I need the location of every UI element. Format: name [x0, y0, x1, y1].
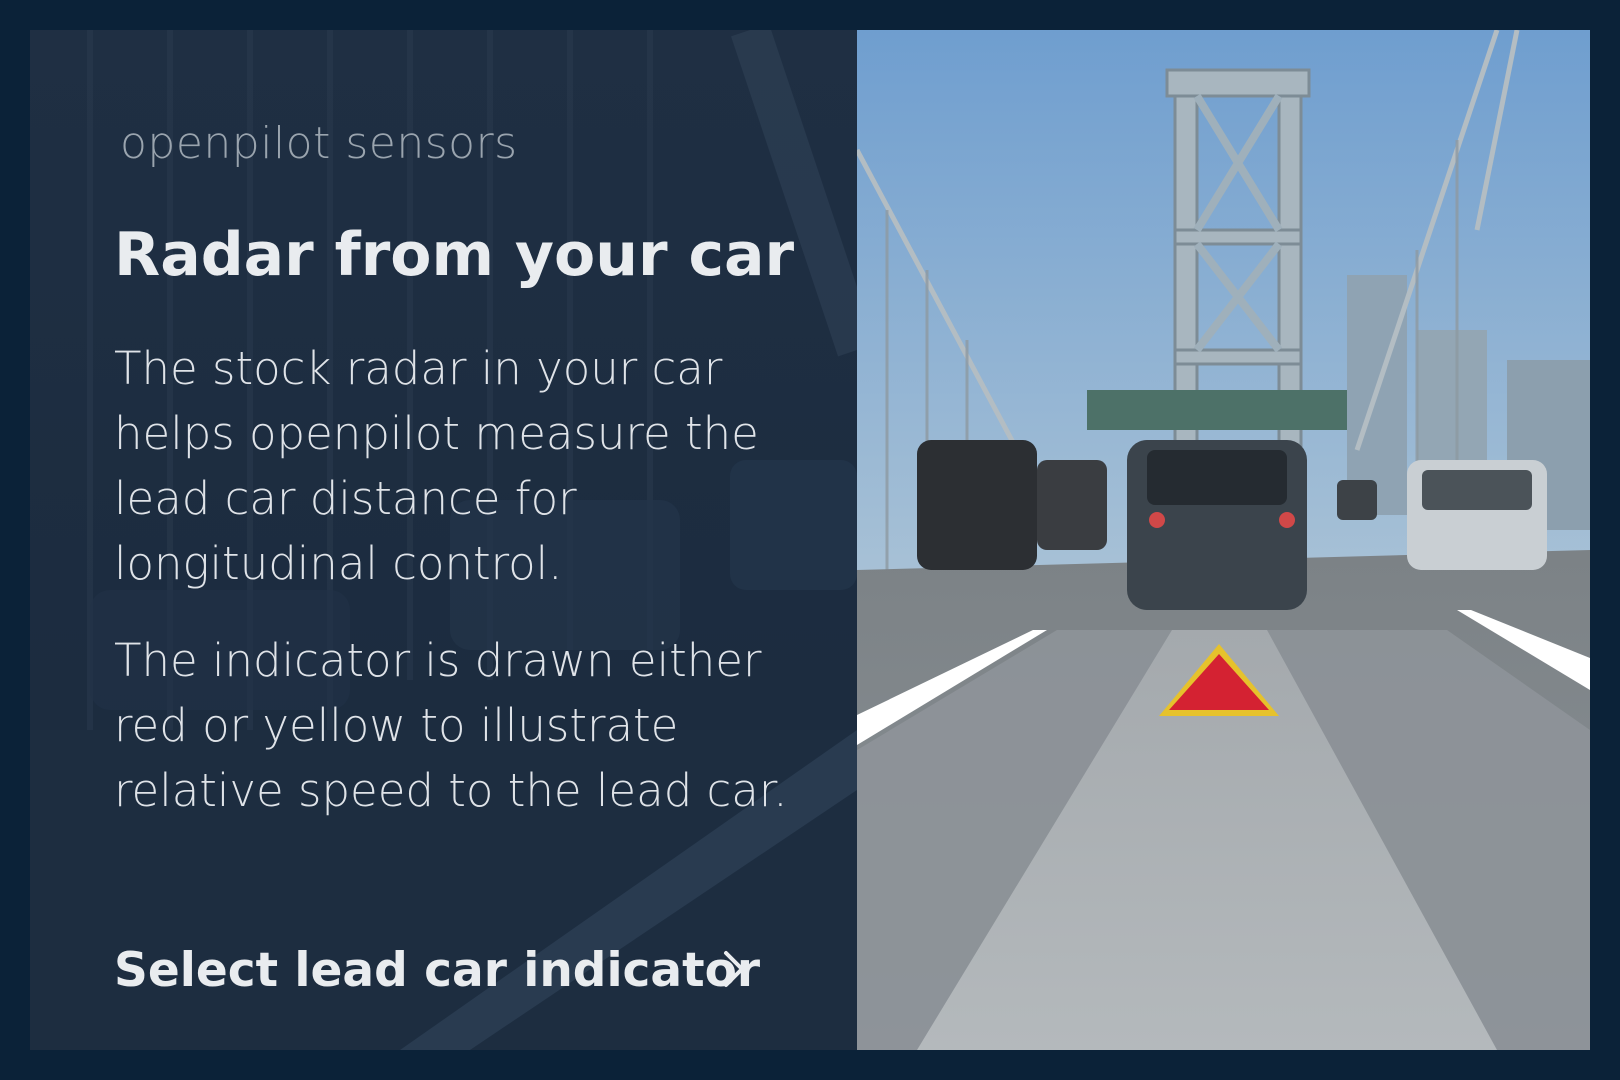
info-panel: openpilot sensors Radar from your car Th… [30, 30, 857, 1050]
road-camera-image [857, 30, 1590, 1050]
chevron-right-icon [724, 951, 744, 987]
camera-view [857, 30, 1590, 1050]
section-subtitle: openpilot sensors [120, 118, 518, 169]
select-lead-car-indicator-label: Select lead car indicator [114, 942, 761, 998]
select-lead-car-indicator-button[interactable]: Select lead car indicator [114, 935, 794, 1005]
description-paragraph-2: The indicator is drawn either red or yel… [114, 634, 788, 817]
description-paragraph-1: The stock radar in your car helps openpi… [114, 342, 759, 590]
onboarding-frame: openpilot sensors Radar from your car Th… [30, 30, 1590, 1050]
page-title: Radar from your car [114, 220, 795, 290]
